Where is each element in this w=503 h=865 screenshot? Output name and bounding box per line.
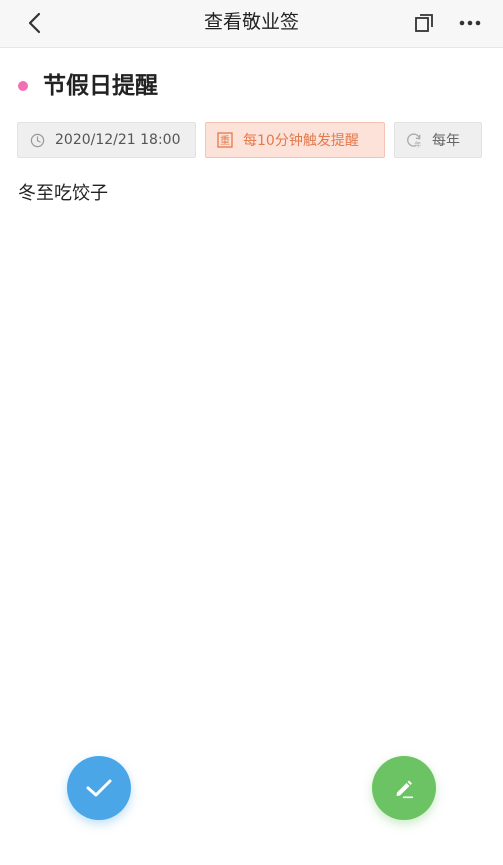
- check-icon: [86, 779, 112, 797]
- note-content: 冬至吃饺子: [18, 183, 108, 204]
- repeat-reminder-chip[interactable]: 重 每10分钟触发提醒: [205, 122, 385, 158]
- mark-done-button[interactable]: [67, 756, 131, 820]
- repeat-badge-icon: 重: [216, 131, 234, 149]
- clock-icon: [28, 131, 46, 149]
- top-bar: 查看敬业签: [0, 0, 503, 48]
- pencil-icon: [396, 780, 413, 799]
- svg-text:年: 年: [414, 140, 421, 149]
- repeat-reminder-text: 每10分钟触发提醒: [243, 133, 359, 149]
- note-view-screen: 查看敬业签 节假日提醒 2020/12/21 18:00 重 每10分钟触发提醒…: [0, 0, 503, 865]
- svg-text:重: 重: [220, 134, 230, 147]
- copy-icon: [415, 14, 433, 32]
- repeat-cycle-chip[interactable]: 年 每年: [394, 122, 482, 158]
- more-dots-icon: [459, 20, 481, 26]
- note-title-row: 节假日提醒: [0, 66, 503, 106]
- reminder-time-chip[interactable]: 2020/12/21 18:00: [17, 122, 196, 158]
- reminder-time-text: 2020/12/21 18:00: [55, 132, 181, 148]
- edit-note-button[interactable]: [372, 756, 436, 820]
- more-button[interactable]: [452, 6, 488, 40]
- note-title: 节假日提醒: [43, 73, 158, 99]
- cycle-year-icon: 年: [405, 131, 423, 149]
- category-color-dot: [18, 81, 28, 91]
- repeat-cycle-text: 每年: [432, 133, 460, 149]
- copy-button[interactable]: [407, 6, 441, 40]
